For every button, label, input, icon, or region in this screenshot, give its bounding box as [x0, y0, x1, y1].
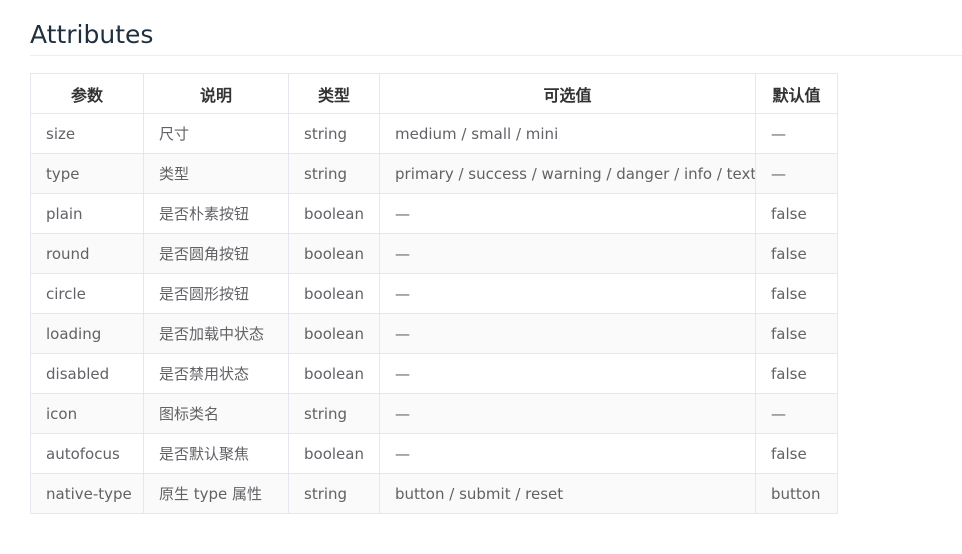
table-row: loading 是否加载中状态 boolean — false [30, 313, 838, 354]
section-header: Attributes [30, 18, 962, 56]
docs-page: Attributes 参数 说明 类型 可选值 默认值 size 尺寸 stri… [0, 0, 962, 554]
table-row: circle 是否圆形按钮 boolean — false [30, 273, 838, 314]
table-row: type 类型 string primary / success / warni… [30, 153, 838, 194]
cell-description: 图标类名 [143, 393, 289, 434]
cell-default: — [755, 393, 838, 434]
table-header-row: 参数 说明 类型 可选值 默认值 [30, 73, 838, 114]
cell-type: boolean [288, 353, 380, 394]
cell-type: boolean [288, 233, 380, 274]
cell-type: boolean [288, 273, 380, 314]
cell-type: boolean [288, 313, 380, 354]
table-row: autofocus 是否默认聚焦 boolean — false [30, 433, 838, 474]
cell-description: 类型 [143, 153, 289, 194]
table-row: icon 图标类名 string — — [30, 393, 838, 434]
cell-options: primary / success / warning / danger / i… [379, 153, 756, 194]
cell-description: 是否禁用状态 [143, 353, 289, 394]
cell-param: round [30, 233, 144, 274]
column-header-description: 说明 [143, 73, 289, 114]
cell-description: 是否圆角按钮 [143, 233, 289, 274]
cell-description: 是否圆形按钮 [143, 273, 289, 314]
cell-options: — [379, 193, 756, 234]
cell-param: loading [30, 313, 144, 354]
cell-default: false [755, 433, 838, 474]
column-header-param: 参数 [30, 73, 144, 114]
column-header-default: 默认值 [755, 73, 838, 114]
cell-description: 是否默认聚焦 [143, 433, 289, 474]
cell-param: autofocus [30, 433, 144, 474]
column-header-type: 类型 [288, 73, 380, 114]
cell-options: button / submit / reset [379, 473, 756, 514]
table-row: plain 是否朴素按钮 boolean — false [30, 193, 838, 234]
cell-options: — [379, 353, 756, 394]
cell-param: disabled [30, 353, 144, 394]
cell-param: plain [30, 193, 144, 234]
cell-options: — [379, 313, 756, 354]
cell-type: boolean [288, 193, 380, 234]
cell-options: — [379, 433, 756, 474]
cell-description: 是否朴素按钮 [143, 193, 289, 234]
cell-description: 尺寸 [143, 113, 289, 154]
table-row: native-type 原生 type 属性 string button / s… [30, 473, 838, 514]
table-row: disabled 是否禁用状态 boolean — false [30, 353, 838, 394]
cell-param: native-type [30, 473, 144, 514]
cell-default: false [755, 273, 838, 314]
table-row: round 是否圆角按钮 boolean — false [30, 233, 838, 274]
section-title: Attributes [30, 20, 154, 49]
cell-default: button [755, 473, 838, 514]
cell-default: false [755, 353, 838, 394]
cell-type: boolean [288, 433, 380, 474]
cell-type: string [288, 393, 380, 434]
cell-description: 原生 type 属性 [143, 473, 289, 514]
cell-default: false [755, 233, 838, 274]
cell-options: — [379, 393, 756, 434]
cell-type: string [288, 113, 380, 154]
cell-type: string [288, 473, 380, 514]
cell-param: type [30, 153, 144, 194]
attributes-table: 参数 说明 类型 可选值 默认值 size 尺寸 string medium /… [30, 73, 838, 514]
cell-default: false [755, 193, 838, 234]
cell-param: circle [30, 273, 144, 314]
cell-param: size [30, 113, 144, 154]
table-row: size 尺寸 string medium / small / mini — [30, 113, 838, 154]
column-header-options: 可选值 [379, 73, 756, 114]
cell-options: — [379, 273, 756, 314]
cell-type: string [288, 153, 380, 194]
cell-options: medium / small / mini [379, 113, 756, 154]
cell-description: 是否加载中状态 [143, 313, 289, 354]
cell-param: icon [30, 393, 144, 434]
cell-options: — [379, 233, 756, 274]
cell-default: false [755, 313, 838, 354]
cell-default: — [755, 113, 838, 154]
cell-default: — [755, 153, 838, 194]
